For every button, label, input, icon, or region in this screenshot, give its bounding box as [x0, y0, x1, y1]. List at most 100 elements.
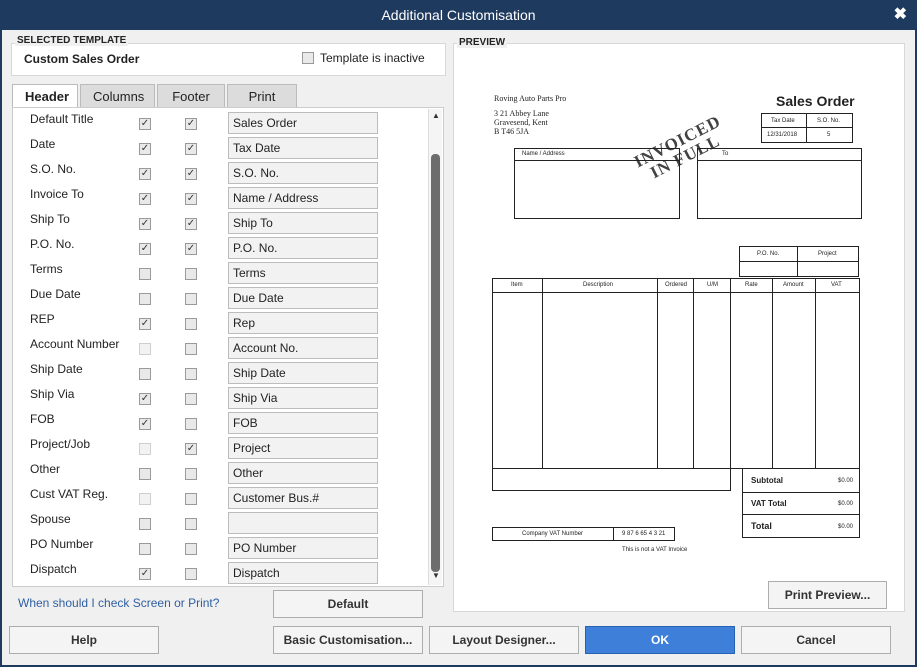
screen-checkbox[interactable]: ✓ — [139, 393, 151, 405]
preview-so-no-label: S.O. No. — [817, 118, 841, 124]
field-title-input[interactable]: Customer Bus.# — [228, 487, 378, 509]
screen-checkbox[interactable] — [139, 543, 151, 555]
field-title-input[interactable] — [228, 512, 378, 534]
field-title-input[interactable]: Ship Via — [228, 387, 378, 409]
field-label: FOB — [30, 412, 55, 426]
screen-checkbox[interactable]: ✓ — [139, 143, 151, 155]
field-row: REP ✓ Rep — [13, 312, 428, 337]
print-checkbox[interactable]: ✓ — [185, 168, 197, 180]
print-checkbox[interactable] — [185, 268, 197, 280]
field-label: Terms — [30, 262, 63, 276]
preview-name-address-label: Name / Address — [522, 151, 565, 157]
screen-checkbox[interactable]: ✓ — [139, 243, 151, 255]
ok-button[interactable]: OK — [585, 626, 735, 654]
close-icon[interactable]: ✖ — [894, 0, 907, 30]
tab-print[interactable]: Print — [227, 84, 297, 108]
print-checkbox[interactable] — [185, 368, 197, 380]
field-label: REP — [30, 312, 55, 326]
vertical-scrollbar[interactable]: ▲ ▼ — [428, 109, 442, 585]
preview-panel: Roving Auto Parts Pro 3 21 Abbey Lane Gr… — [453, 43, 905, 612]
tab-print-label: Print — [248, 89, 276, 104]
field-title-input[interactable]: Sales Order — [228, 112, 378, 134]
header-fields-panel: Default Title ✓ ✓ Sales Order Date ✓ ✓ Tax Date… — [12, 107, 444, 587]
field-title-input[interactable]: FOB — [228, 412, 378, 434]
print-checkbox[interactable]: ✓ — [185, 243, 197, 255]
print-checkbox[interactable] — [185, 518, 197, 530]
preview-company-name: Roving Auto Parts Pro — [494, 94, 567, 103]
field-title-input[interactable]: P.O. No. — [228, 237, 378, 259]
screen-checkbox[interactable] — [139, 343, 151, 355]
default-button[interactable]: Default — [273, 590, 423, 618]
field-title-input[interactable]: Account No. — [228, 337, 378, 359]
tab-columns[interactable]: Columns — [80, 84, 155, 108]
field-title-input[interactable]: PO Number — [228, 537, 378, 559]
print-checkbox[interactable] — [185, 418, 197, 430]
dialog-window: Additional Customisation ✖ Custom Sales … — [0, 0, 917, 667]
field-title-input[interactable]: Project — [228, 437, 378, 459]
screen-checkbox[interactable]: ✓ — [139, 218, 151, 230]
preview-vat-total-value: $0.00 — [838, 501, 854, 507]
screen-checkbox[interactable] — [139, 518, 151, 530]
field-title-input[interactable]: Dispatch — [228, 562, 378, 584]
field-label: Other — [30, 462, 61, 476]
field-title-input[interactable]: Other — [228, 462, 378, 484]
field-title-input[interactable]: Due Date — [228, 287, 378, 309]
print-checkbox[interactable] — [185, 393, 197, 405]
check-screen-print-link[interactable]: When should I check Screen or Print? — [18, 596, 219, 610]
preview-subtotal-value: $0.00 — [838, 478, 854, 484]
screen-checkbox[interactable] — [139, 293, 151, 305]
field-title-input[interactable]: Tax Date — [228, 137, 378, 159]
print-preview-button[interactable]: Print Preview... — [768, 581, 887, 609]
print-checkbox[interactable] — [185, 543, 197, 555]
field-title-input[interactable]: Name / Address — [228, 187, 378, 209]
field-row: Invoice To ✓ ✓ Name / Address — [13, 187, 428, 212]
basic-customisation-button[interactable]: Basic Customisation... — [273, 626, 423, 654]
preview-totals-box: Subtotal $0.00 VAT Total $0.00 Total $0.… — [742, 468, 860, 538]
print-checkbox[interactable]: ✓ — [185, 118, 197, 130]
print-checkbox[interactable] — [185, 568, 197, 580]
print-checkbox[interactable] — [185, 293, 197, 305]
screen-checkbox[interactable]: ✓ — [139, 568, 151, 580]
print-checkbox[interactable] — [185, 318, 197, 330]
screen-checkbox[interactable]: ✓ — [139, 118, 151, 130]
scroll-thumb[interactable] — [431, 154, 440, 572]
screen-checkbox[interactable]: ✓ — [139, 418, 151, 430]
print-checkbox[interactable] — [185, 343, 197, 355]
template-inactive-option[interactable]: Template is inactive — [302, 51, 425, 65]
screen-checkbox[interactable] — [139, 493, 151, 505]
help-button[interactable]: Help — [9, 626, 159, 654]
screen-checkbox[interactable] — [139, 443, 151, 455]
field-title-input[interactable]: Terms — [228, 262, 378, 284]
cancel-button[interactable]: Cancel — [741, 626, 891, 654]
field-title-input[interactable]: S.O. No. — [228, 162, 378, 184]
print-checkbox[interactable] — [185, 468, 197, 480]
field-title-input[interactable]: Ship Date — [228, 362, 378, 384]
field-label: Dispatch — [30, 562, 77, 576]
field-title-input[interactable]: Ship To — [228, 212, 378, 234]
layout-designer-button[interactable]: Layout Designer... — [429, 626, 579, 654]
print-checkbox[interactable]: ✓ — [185, 143, 197, 155]
scroll-down-icon[interactable]: ▼ — [430, 571, 442, 583]
tab-footer[interactable]: Footer — [157, 84, 225, 108]
screen-checkbox[interactable]: ✓ — [139, 193, 151, 205]
screen-checkbox[interactable]: ✓ — [139, 318, 151, 330]
template-inactive-label: Template is inactive — [320, 51, 425, 65]
preview-company-vat-label: Company VAT Number — [522, 531, 584, 537]
field-title-input[interactable]: Rep — [228, 312, 378, 334]
selected-template-box: Custom Sales Order Template is inactive — [11, 43, 446, 76]
screen-checkbox[interactable] — [139, 368, 151, 380]
screen-checkbox[interactable] — [139, 468, 151, 480]
preview-col-item: Item — [511, 282, 523, 288]
tab-bar: Header Columns Footer Print — [12, 84, 297, 110]
print-checkbox[interactable]: ✓ — [185, 193, 197, 205]
scroll-up-icon[interactable]: ▲ — [430, 111, 442, 123]
field-label: Invoice To — [30, 187, 84, 201]
preview-label: PREVIEW — [457, 37, 508, 48]
field-row: Terms Terms — [13, 262, 428, 287]
print-checkbox[interactable] — [185, 493, 197, 505]
template-inactive-checkbox[interactable] — [302, 52, 314, 64]
print-checkbox[interactable]: ✓ — [185, 218, 197, 230]
screen-checkbox[interactable]: ✓ — [139, 168, 151, 180]
screen-checkbox[interactable] — [139, 268, 151, 280]
print-checkbox[interactable]: ✓ — [185, 443, 197, 455]
